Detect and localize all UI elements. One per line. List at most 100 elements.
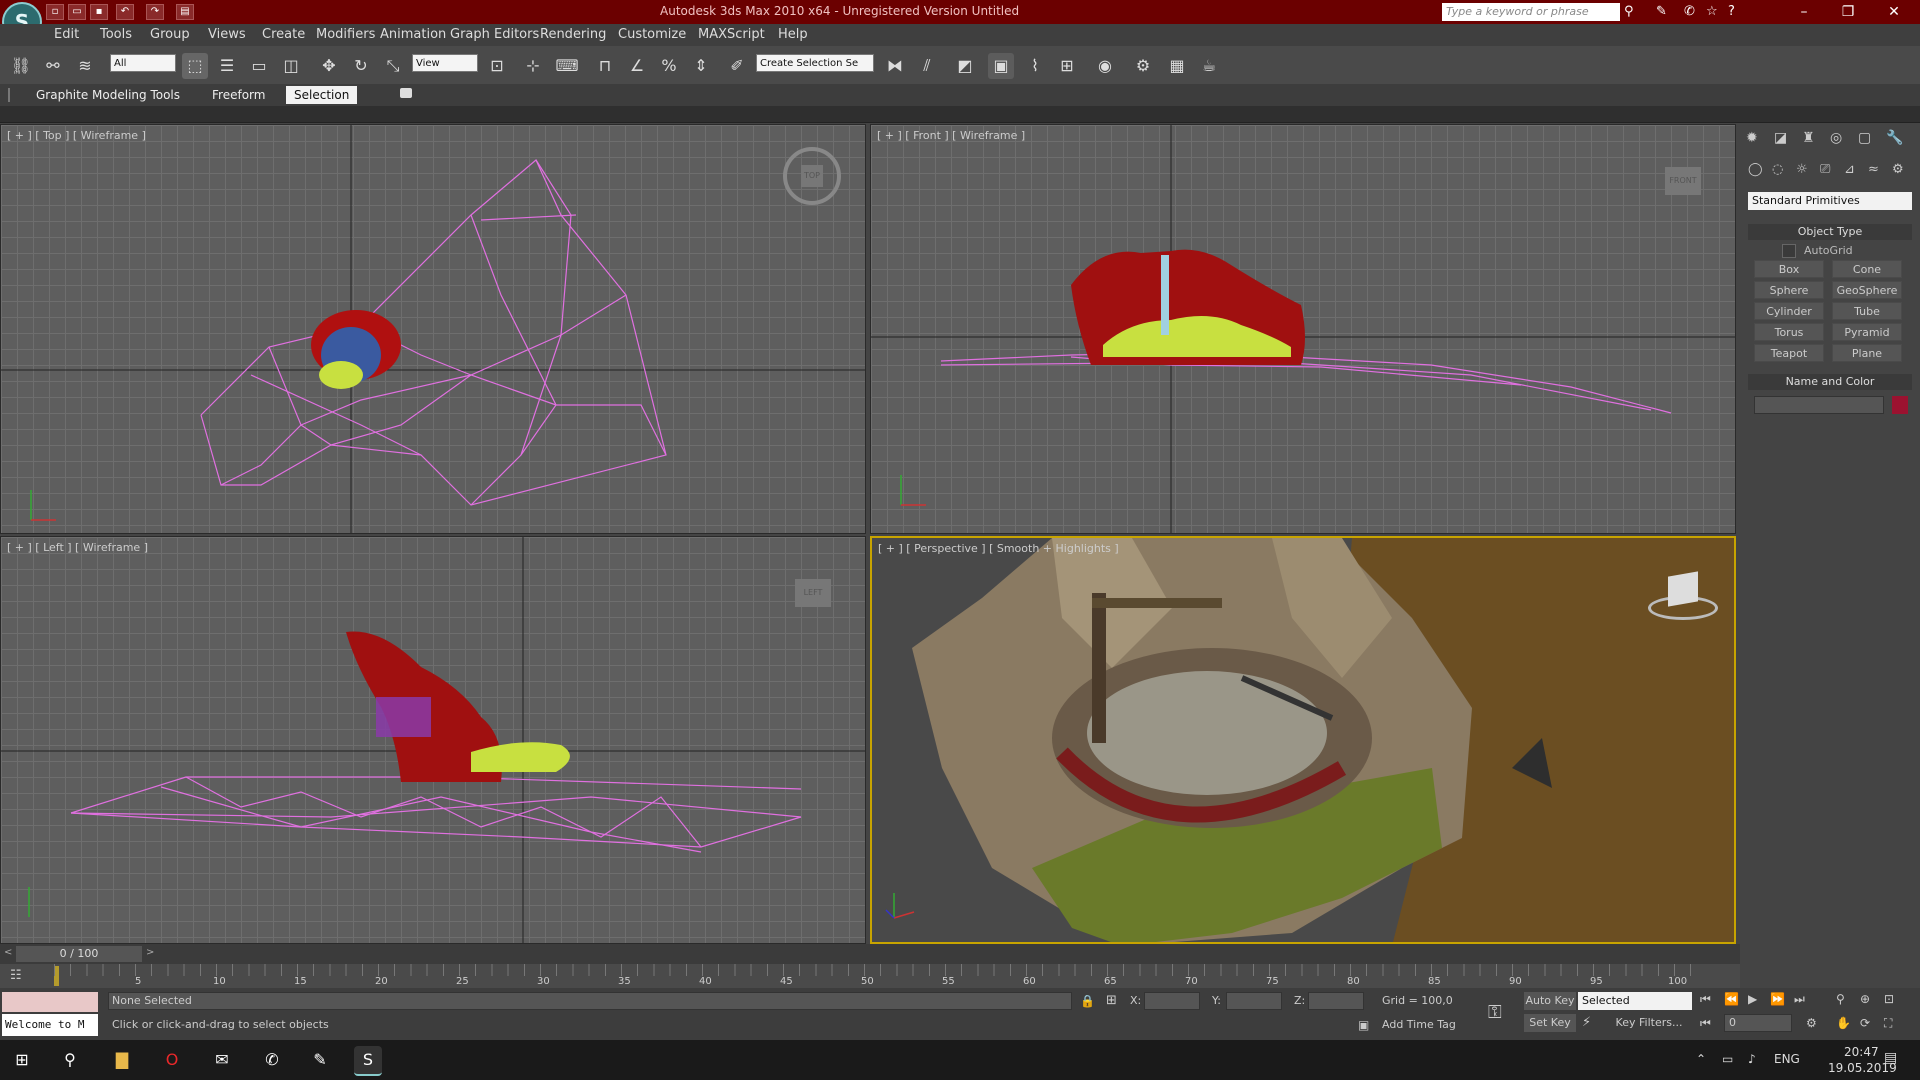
infocenter-binoculars-icon[interactable]: ⚲ bbox=[1624, 4, 1634, 19]
select-and-scale-icon[interactable]: ⤡ bbox=[380, 53, 406, 79]
search-icon[interactable]: ⚲ bbox=[56, 1046, 84, 1074]
maximize-button[interactable]: ❐ bbox=[1830, 2, 1866, 22]
viewport-front[interactable]: [ + ] [ Front ] [ Wireframe ] FRONT bbox=[870, 124, 1736, 534]
cone-button[interactable]: Cone bbox=[1832, 260, 1902, 278]
key-mode-toggle-icon[interactable]: ⏮ bbox=[1700, 1016, 1711, 1031]
time-slider-next-icon[interactable]: > bbox=[146, 947, 154, 958]
go-to-start-icon[interactable]: ⏮ bbox=[1700, 992, 1711, 1007]
select-and-move-icon[interactable]: ✥ bbox=[316, 53, 342, 79]
rectangular-selection-icon[interactable]: ▭ bbox=[246, 53, 272, 79]
communication-icon[interactable]: ✆ bbox=[1684, 4, 1695, 19]
menu-tools[interactable]: Tools bbox=[100, 27, 132, 42]
time-slider-thumb[interactable]: 0 / 100 bbox=[16, 946, 142, 962]
geometry-icon[interactable]: ◯ bbox=[1748, 162, 1763, 177]
mail-app-icon[interactable]: ✆ bbox=[258, 1046, 286, 1074]
systems-icon[interactable]: ⚙ bbox=[1892, 162, 1904, 177]
viewport-left-label[interactable]: [ + ] [ Left ] [ Wireframe ] bbox=[7, 541, 148, 554]
menu-modifiers[interactable]: Modifiers bbox=[316, 27, 375, 42]
cylinder-button[interactable]: Cylinder bbox=[1754, 302, 1824, 320]
key-filters-button[interactable]: Key Filters... bbox=[1606, 1014, 1692, 1032]
ribbon-grip[interactable] bbox=[8, 88, 10, 102]
named-selection-sets-dropdown[interactable]: Create Selection Se bbox=[756, 54, 874, 72]
keyboard-shortcut-override-icon[interactable]: ⌨ bbox=[554, 53, 580, 79]
viewport-perspective[interactable]: [ + ] [ Perspective ] [ Smooth + Highlig… bbox=[870, 536, 1736, 944]
orbit-icon[interactable]: ⟳ bbox=[1860, 1016, 1870, 1030]
percent-snap-icon[interactable]: % bbox=[656, 53, 682, 79]
viewcube-top[interactable]: TOP bbox=[783, 147, 841, 205]
y-coordinate-input[interactable] bbox=[1226, 992, 1282, 1010]
select-manipulate-icon[interactable]: ⊹ bbox=[520, 53, 546, 79]
teapot-button[interactable]: Teapot bbox=[1754, 344, 1824, 362]
minimize-button[interactable]: – bbox=[1786, 2, 1822, 22]
select-and-link-icon[interactable]: ⛓ bbox=[8, 53, 34, 79]
viewcube-left[interactable]: LEFT bbox=[795, 579, 831, 607]
z-coordinate-input[interactable] bbox=[1308, 992, 1364, 1010]
bind-space-warp-icon[interactable]: ≋ bbox=[72, 53, 98, 79]
zoom-icon[interactable]: ⚲ bbox=[1836, 992, 1845, 1006]
viewport-perspective-label[interactable]: [ + ] [ Perspective ] [ Smooth + Highlig… bbox=[878, 542, 1119, 555]
align-icon[interactable]: ⫽ bbox=[914, 53, 940, 79]
select-object-icon[interactable]: ⬚ bbox=[182, 53, 208, 79]
default-in-out-key-icon[interactable]: ⚿ bbox=[1488, 1002, 1502, 1023]
name-and-color-rollout-header[interactable]: Name and Color bbox=[1748, 374, 1912, 390]
viewcube-cube-icon[interactable] bbox=[1668, 571, 1698, 607]
viewport-front-label[interactable]: [ + ] [ Front ] [ Wireframe ] bbox=[877, 129, 1025, 142]
menu-maxscript[interactable]: MAXScript bbox=[698, 27, 765, 42]
pyramid-button[interactable]: Pyramid bbox=[1832, 323, 1902, 341]
tray-chevron-icon[interactable]: ⌃ bbox=[1696, 1052, 1706, 1066]
network-icon[interactable]: ▭ bbox=[1722, 1052, 1733, 1066]
helpers-icon[interactable]: ⊿ bbox=[1844, 162, 1855, 177]
render-setup-icon[interactable]: ⚙ bbox=[1130, 53, 1156, 79]
mirror-icon[interactable]: ⧓ bbox=[882, 53, 908, 79]
current-frame-input[interactable]: 0 bbox=[1724, 1014, 1792, 1032]
notifications-icon[interactable]: ▤ bbox=[1884, 1050, 1897, 1066]
auto-key-button[interactable]: Auto Key bbox=[1524, 992, 1576, 1010]
subscription-icon[interactable]: ✎ bbox=[1656, 4, 1667, 19]
viewcube-top-face[interactable]: TOP bbox=[801, 165, 823, 187]
go-to-end-icon[interactable]: ⏭ bbox=[1794, 992, 1805, 1007]
next-frame-icon[interactable]: ⏩ bbox=[1770, 992, 1785, 1006]
set-keys-icon[interactable]: ⚡ bbox=[1582, 1015, 1591, 1030]
menu-animation[interactable]: Animation bbox=[380, 27, 446, 42]
selection-lock-icon[interactable]: 🔒 bbox=[1080, 994, 1095, 1008]
display-tab-icon[interactable]: ▢ bbox=[1858, 130, 1871, 146]
cameras-icon[interactable]: ⎚ bbox=[1820, 162, 1830, 177]
viewport-left[interactable]: [ + ] [ Left ] [ Wireframe ] LEFT bbox=[0, 536, 866, 944]
absolute-mode-icon[interactable]: ⊞ bbox=[1106, 993, 1117, 1008]
schematic-view-icon[interactable]: ⊞ bbox=[1054, 53, 1080, 79]
rendered-frame-window-icon[interactable]: ▦ bbox=[1164, 53, 1190, 79]
modify-tab-icon[interactable]: ◪ bbox=[1774, 130, 1787, 146]
space-warps-icon[interactable]: ≈ bbox=[1868, 162, 1879, 177]
viewport-top[interactable]: [ + ] [ Top ] [ Wireframe ] TOP bbox=[0, 124, 866, 534]
lights-icon[interactable]: ☼ bbox=[1796, 162, 1808, 177]
key-mode-dropdown[interactable]: Selected bbox=[1578, 992, 1692, 1010]
track-bar[interactable]: ☷ 5 10 15 20 25 30 35 40 45 50 55 60 65 … bbox=[0, 964, 1740, 988]
time-slider-prev-icon[interactable]: < bbox=[4, 947, 12, 958]
save-file-icon[interactable]: ▪ bbox=[90, 4, 108, 20]
maximize-viewport-icon[interactable]: ⛶ bbox=[1884, 1016, 1892, 1031]
file-explorer-icon[interactable]: ▇ bbox=[108, 1046, 136, 1074]
torus-button[interactable]: Torus bbox=[1754, 323, 1824, 341]
create-tab-icon[interactable]: ✹ bbox=[1746, 130, 1758, 146]
angle-snap-icon[interactable]: ∠ bbox=[624, 53, 650, 79]
autogrid-checkbox[interactable] bbox=[1782, 244, 1796, 258]
new-file-icon[interactable]: ▫ bbox=[46, 4, 64, 20]
undo-icon[interactable]: ↶ bbox=[116, 4, 134, 20]
previous-frame-icon[interactable]: ⏪ bbox=[1724, 992, 1739, 1006]
menu-graph-editors[interactable]: Graph Editors bbox=[450, 27, 539, 42]
search-input[interactable]: Type a keyword or phrase bbox=[1442, 3, 1620, 21]
menu-rendering[interactable]: Rendering bbox=[540, 27, 606, 42]
hierarchy-tab-icon[interactable]: ♜ bbox=[1802, 130, 1815, 146]
add-time-tag-button[interactable]: Add Time Tag bbox=[1382, 1018, 1456, 1031]
selection-filter-dropdown[interactable]: All bbox=[110, 54, 176, 72]
viewcube-perspective[interactable] bbox=[1648, 571, 1718, 620]
menu-views[interactable]: Views bbox=[208, 27, 246, 42]
curve-editor-icon[interactable]: ⌇ bbox=[1022, 53, 1048, 79]
zoom-extents-icon[interactable]: ⊡ bbox=[1884, 992, 1894, 1006]
3dsmax-taskbar-icon[interactable]: S bbox=[354, 1046, 382, 1076]
window-crossing-icon[interactable]: ◫ bbox=[278, 53, 304, 79]
sphere-button[interactable]: Sphere bbox=[1754, 281, 1824, 299]
help-icon[interactable]: ? bbox=[1728, 4, 1735, 19]
time-tag-icon[interactable]: ▣ bbox=[1358, 1018, 1369, 1032]
motion-tab-icon[interactable]: ◎ bbox=[1830, 130, 1842, 146]
